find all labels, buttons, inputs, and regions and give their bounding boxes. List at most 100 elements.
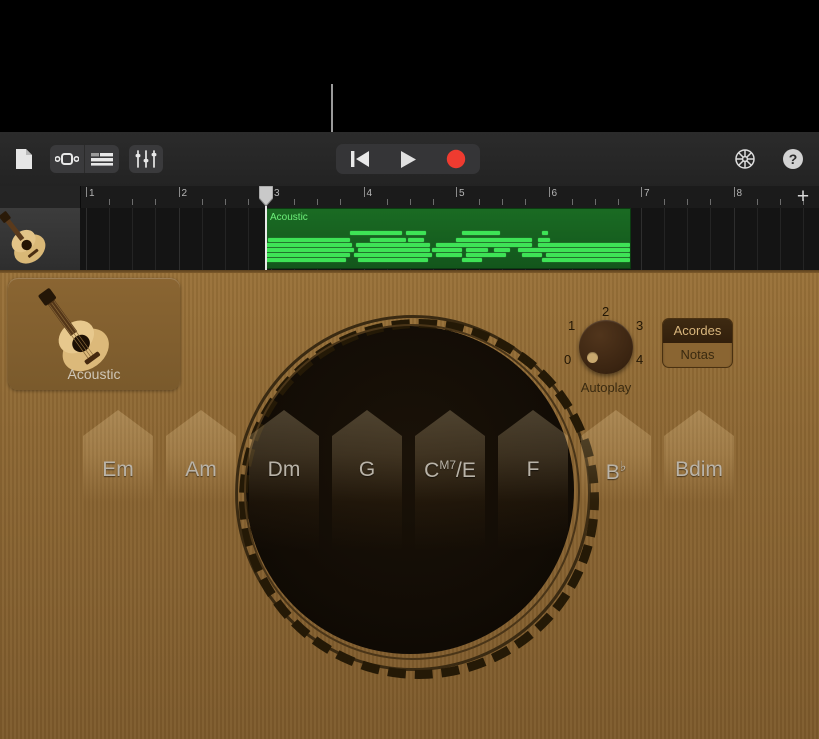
rewind-button[interactable] [336,144,384,174]
grid-line [641,208,642,270]
playhead-handle[interactable] [259,186,273,206]
beat-tick [340,199,341,205]
chord-strip-shape [83,410,153,610]
instrument-browser-icon[interactable] [50,145,84,173]
bar-tick [734,187,735,197]
chord-strip-shape [332,410,402,610]
chord-strip-label: CM7/E [415,458,485,483]
beat-tick [294,199,295,205]
beat-tick [155,199,156,205]
autoplay-knob[interactable] [579,320,633,374]
bar-tick [456,187,457,197]
smart-guitar-panel: Acoustic 0 1 2 3 4 Autoplay Acordes Nota… [0,270,819,739]
mode-option-acordes[interactable]: Acordes [663,319,732,343]
chord-strip-G[interactable]: G [332,410,402,610]
ruler-bars[interactable]: 12345678 [80,186,819,208]
beat-tick [248,199,249,205]
midi-note [494,248,510,252]
midi-note [462,258,482,262]
midi-note [466,248,488,252]
beat-tick [132,199,133,205]
toolbar-left-group [8,132,163,186]
bar-number: 6 [552,188,558,199]
chord-strip-Dm[interactable]: Dm [249,410,319,610]
add-track-button[interactable]: + [793,187,813,207]
beat-tick [780,199,781,205]
transport-controls [336,132,480,186]
chord-strip-label: Dm [249,458,319,482]
grid-line [109,208,110,270]
midi-note [546,253,630,257]
autoplay-control[interactable]: 0 1 2 3 4 Autoplay [565,300,647,410]
autoplay-tick-3: 3 [636,318,643,333]
beat-tick [525,199,526,205]
instrument-card[interactable]: Acoustic [8,278,180,390]
midi-note [518,248,630,252]
gear-icon[interactable] [729,145,761,173]
midi-note [542,258,630,262]
midi-note [542,231,548,235]
grid-line [757,208,758,270]
beat-tick [664,199,665,205]
toolbar-right-group: ? [729,132,809,186]
mode-option-notas[interactable]: Notas [663,343,732,367]
bar-number: 7 [644,188,650,199]
midi-note [538,238,550,242]
beat-tick [387,199,388,205]
bar-number: 2 [182,188,188,199]
midi-note [266,243,352,247]
midi-region-acoustic[interactable]: Acoustic [265,208,631,269]
chord-superscript: M7 [439,458,456,472]
bar-number: 5 [459,188,465,199]
chord-strip-shape [498,410,568,610]
beat-tick [479,199,480,205]
beat-tick [618,199,619,205]
grid-line [710,208,711,270]
midi-note [456,238,532,242]
bar-tick [641,187,642,197]
autoplay-tick-2: 2 [602,304,609,319]
beat-tick [202,199,203,205]
record-button[interactable] [432,144,480,174]
autoplay-knob-indicator [587,352,598,363]
bar-number: 1 [89,188,95,199]
my-songs-icon[interactable] [8,145,40,173]
chord-strip-F[interactable]: F [498,410,568,610]
grid-line [803,208,804,270]
track-view-icon[interactable] [84,145,119,173]
bar-number: 8 [737,188,743,199]
chord-strip-label: Em [83,458,153,482]
chord-strip-label: Am [166,458,236,482]
chord-strip-Am[interactable]: Am [166,410,236,610]
chord-strip-Bdim[interactable]: Bdim [664,410,734,610]
midi-note [522,253,542,257]
chords-notes-switch[interactable]: Acordes Notas [662,318,733,368]
bar-tick [179,187,180,197]
beat-tick [710,199,711,205]
midi-note [432,248,462,252]
grid-line [86,208,87,270]
bar-tick [549,187,550,197]
garageband-window: ? 12345678 + Acous [0,0,819,739]
chord-strip-B[interactable]: B♭ [581,410,651,610]
midi-note [370,238,406,242]
midi-note [266,253,350,257]
track-header[interactable] [0,208,81,271]
play-button[interactable] [384,144,432,174]
grid-line [202,208,203,270]
midi-note [436,243,532,247]
midi-note [462,231,500,235]
grid-line [664,208,665,270]
playhead-line [265,206,267,270]
acoustic-guitar-icon [34,284,154,376]
track-lane[interactable]: Acoustic [80,208,819,271]
timeline-ruler[interactable]: 12345678 + [0,186,819,209]
chord-strip-CM7E[interactable]: CM7/E [415,410,485,610]
beat-tick [757,199,758,205]
help-icon[interactable]: ? [777,145,809,173]
beat-tick [687,199,688,205]
view-segmented-control[interactable] [50,145,119,173]
chord-strip-Em[interactable]: Em [83,410,153,610]
panel-top-edge [0,270,819,273]
mixer-icon[interactable] [129,145,163,173]
